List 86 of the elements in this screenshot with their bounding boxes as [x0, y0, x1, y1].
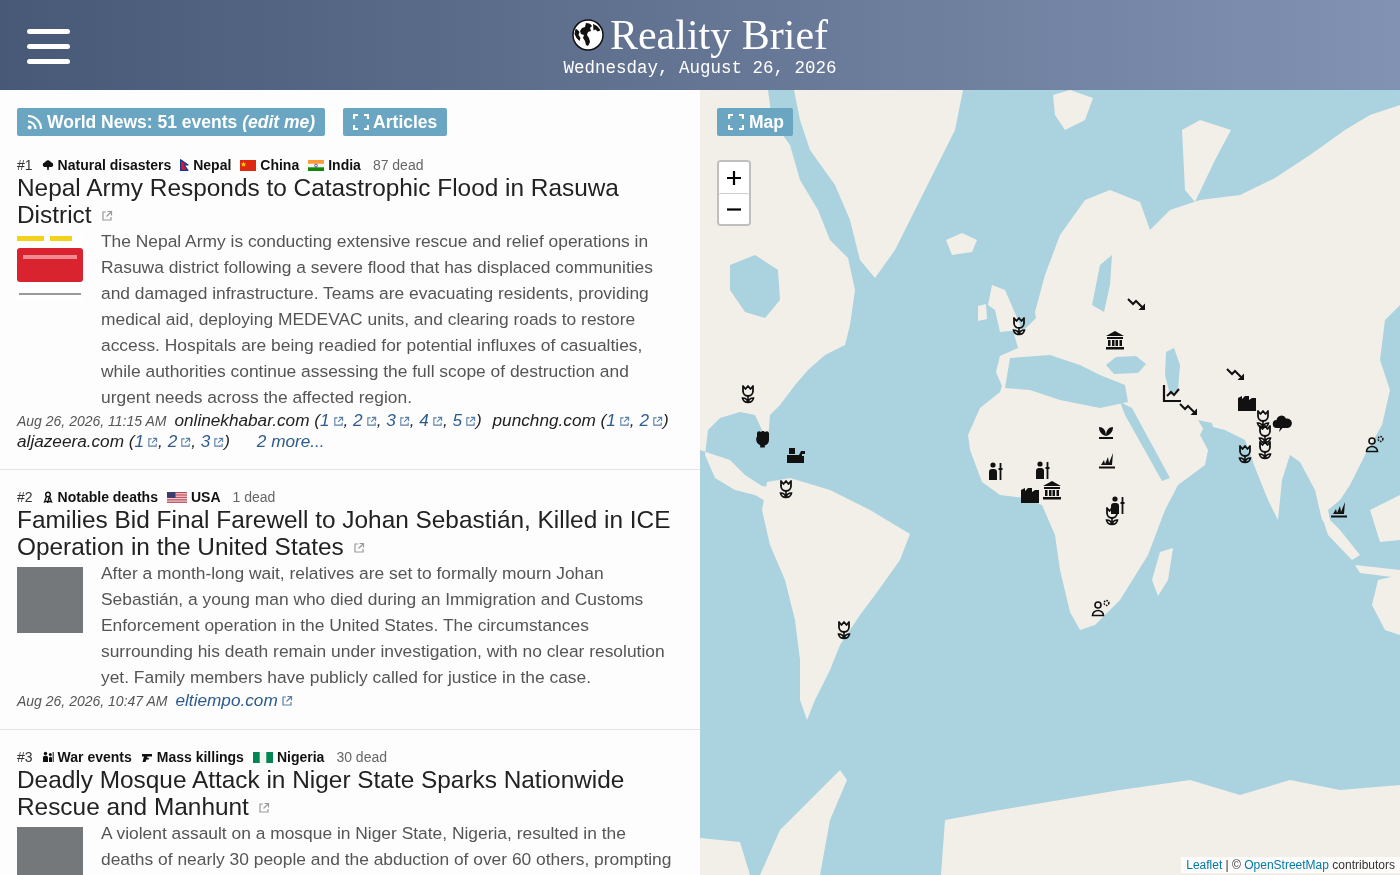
source-link[interactable]: 2: [353, 410, 377, 430]
death-count: 87 dead: [372, 156, 424, 174]
source-line: Aug 26, 2026, 10:47 AM eltiempo.com: [17, 690, 681, 711]
soldier-icon[interactable]: [1108, 495, 1128, 515]
event-number: #1: [17, 156, 33, 174]
sea: [1092, 255, 1112, 312]
sea: [1165, 348, 1180, 395]
plus-icon: [727, 170, 741, 185]
event-number: #3: [17, 748, 33, 766]
category-link[interactable]: Natural disasters: [41, 156, 172, 174]
cloud-icon[interactable]: [1272, 413, 1292, 433]
globe-icon: [571, 19, 604, 51]
article-summary: After a month-long wait, relatives are set to formally mourn Johan Sebastián, a young man who died during an Immigration and Customs Enforcement operation in the United States. The circumstances surrounding his death remain under investigation, with no clear resolution yet. Family members have publicly called for justice in the case.: [101, 562, 666, 689]
article-summary: The Nepal Army is conducting extensive rescue and relief operations in Rasuwa district following a severe flood that has displaced communities and damaged infrastructure. Teams are evacuating residents, providing medical aid, deploying MEDEVAC units, and clearing roads to restore access. Hospitals are being readied for potential influxes of casualties, while authorities continue assessing the full scope of destruction and urgent needs across the affected region.: [101, 230, 654, 409]
flag-icon: [166, 491, 187, 503]
island: [1152, 548, 1173, 596]
external-link-icon: [431, 416, 443, 427]
country-link[interactable]: Nigeria: [252, 748, 325, 766]
category-link[interactable]: Notable deaths: [41, 488, 158, 506]
attribution-text: Leaflet | © OpenStreetMap contributors: [1181, 857, 1400, 873]
flag-icon: [180, 159, 190, 171]
source-link[interactable]: 3: [386, 410, 410, 430]
external-link-icon: [180, 437, 192, 448]
island: [1355, 565, 1400, 578]
source-link[interactable]: eltiempo.com: [175, 690, 293, 710]
date-text: Wednesday, August 26, 2026: [563, 58, 837, 78]
island: [1370, 495, 1400, 542]
bank-icon[interactable]: [1042, 480, 1062, 500]
article-summary: A violent assault on a mosque in Niger State, Nigeria, resulted in the deaths of nearly 30 people and the abduction of over 60 others, prompting: [101, 822, 673, 871]
pistol-icon: [140, 751, 153, 763]
person-icon[interactable]: [1365, 433, 1385, 453]
flag-icon: [252, 751, 273, 763]
death-count: 30 dead: [336, 748, 387, 766]
article-title[interactable]: Families Bid Final Farewell to Johan Sebastián, Killed in ICE Operation in the United States: [17, 506, 681, 560]
category-link[interactable]: Mass killings: [140, 748, 244, 766]
source-link[interactable]: 2: [639, 410, 663, 430]
event-number: #2: [17, 488, 33, 506]
external-link-icon: [651, 416, 663, 427]
country-link[interactable]: Nepal: [180, 156, 232, 174]
source-link[interactable]: 4: [419, 410, 443, 430]
source-link[interactable]: 2: [167, 431, 192, 451]
death-count: 1 dead: [232, 488, 276, 506]
person-icon[interactable]: [1091, 597, 1111, 617]
soldier-icon[interactable]: [1033, 460, 1053, 480]
source-link[interactable]: 1: [606, 410, 630, 430]
external-link-icon: [100, 210, 113, 222]
minus-icon: [727, 207, 741, 211]
flag-icon: [308, 159, 325, 171]
external-link-icon: [352, 542, 365, 554]
rss-icon: [27, 114, 43, 130]
tree-icon: [41, 159, 54, 171]
tank-icon[interactable]: [786, 445, 806, 465]
more-sources-link[interactable]: 2 more...: [256, 431, 325, 451]
attribution-link[interactable]: Leaflet: [1186, 858, 1223, 872]
photo-placeholder: [17, 567, 83, 633]
landmass: [700, 838, 750, 875]
external-link-icon: [332, 416, 344, 427]
photo-placeholder: [17, 827, 83, 875]
soldiers-icon: [41, 751, 54, 763]
source-link[interactable]: 1: [134, 431, 159, 451]
external-link-icon: [213, 437, 225, 448]
fullscreen-icon: [728, 114, 744, 130]
external-link-icon: [280, 695, 293, 707]
zoom-out-button[interactable]: [719, 193, 749, 224]
soldier-icon[interactable]: [986, 461, 1006, 481]
bank-icon[interactable]: [1105, 330, 1125, 350]
article-title[interactable]: Nepal Army Responds to Catastrophic Flood in Rasuwa District: [17, 174, 681, 228]
ribbon-icon: [41, 491, 54, 503]
article-title[interactable]: Deadly Mosque Attack in Niger State Sparks Nationwide Rescue and Manhunt: [17, 766, 681, 820]
external-link-icon: [365, 416, 377, 427]
external-link-icon: [147, 437, 159, 448]
source-line: Aug 26, 2026, 11:15 AM onlinekhabar.com (1 , 2 , 3 , 4 , 5 ) punchng.com (1 , 2 ) aljazeera.com (1 , 2 , 3 ) 2 more...: [17, 410, 670, 451]
line-chart-icon[interactable]: [1162, 383, 1182, 403]
bay: [730, 255, 780, 318]
source-link[interactable]: 1: [320, 410, 344, 430]
attribution-link[interactable]: OpenStreetMap: [1244, 858, 1329, 872]
country-link[interactable]: USA: [166, 488, 221, 506]
flag-icon: [240, 159, 257, 171]
menu-icon[interactable]: [27, 29, 70, 64]
fullscreen-icon: [353, 114, 370, 130]
country-link[interactable]: China: [240, 156, 300, 174]
external-link-icon: [398, 416, 410, 427]
category-link[interactable]: War events: [41, 748, 132, 766]
country-link[interactable]: India: [308, 156, 361, 174]
external-link-icon: [618, 416, 630, 427]
external-link-icon: [257, 802, 270, 814]
